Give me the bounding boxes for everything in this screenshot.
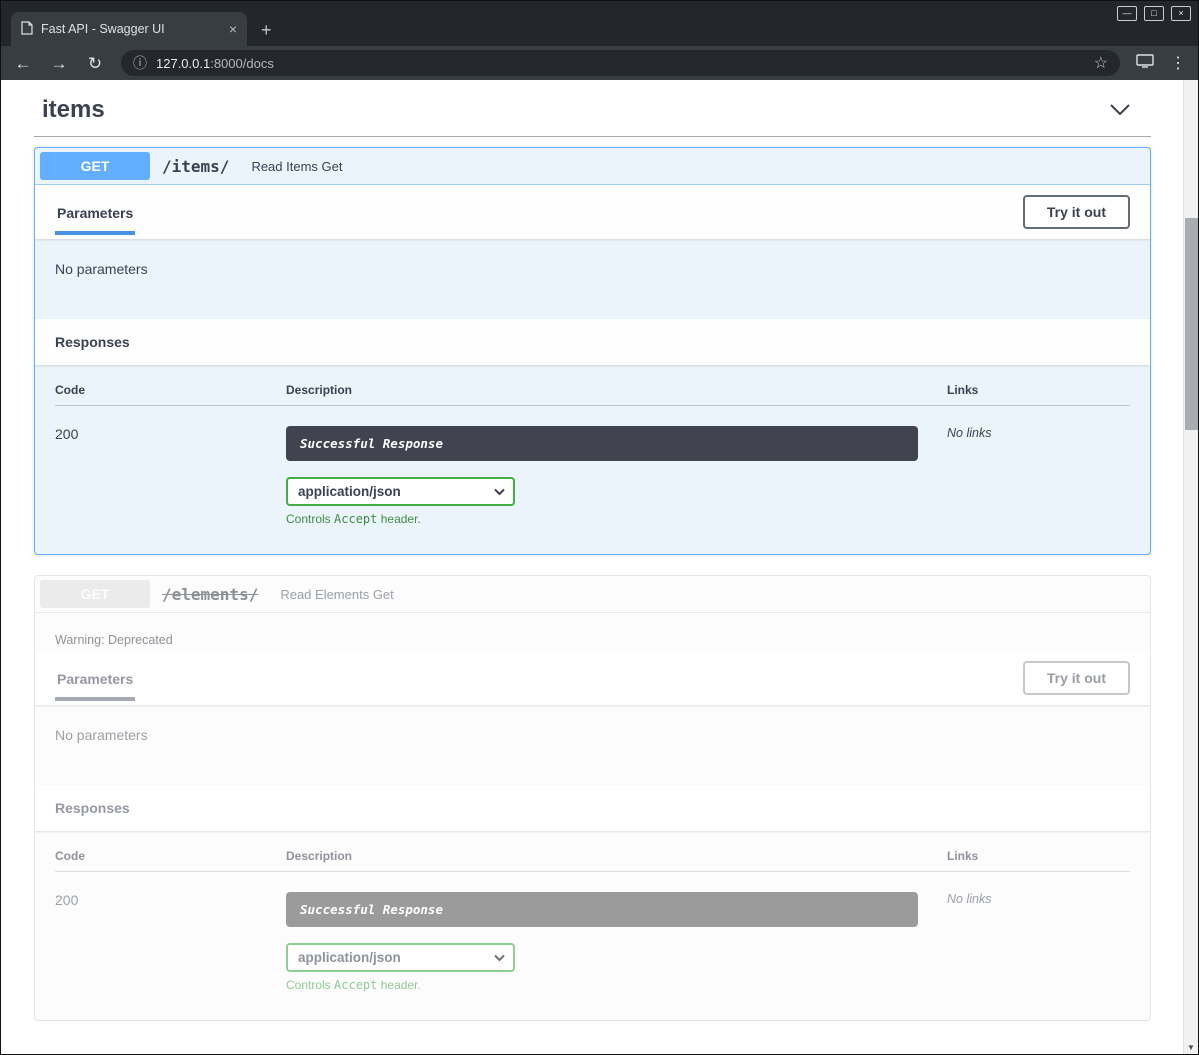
url-bar[interactable]: ⓘ 127.0.0.1:8000/docs ☆	[121, 50, 1120, 76]
responses-header: Responses	[35, 319, 1150, 365]
column-description: Description	[286, 383, 947, 406]
vertical-scrollbar[interactable]: ▼	[1183, 80, 1198, 1054]
response-description-cell: Successful Response application/json	[286, 872, 947, 992]
response-row: 200 Successful Response application/json	[55, 872, 1130, 992]
responses-table: Code Description Links 200 Successful Re…	[35, 365, 1150, 554]
reload-icon[interactable]: ↻	[85, 55, 105, 72]
browser-menu-icon[interactable]: ⋮	[1170, 53, 1186, 73]
opblock-get-items: GET /items/ Read Items Get Parameters Tr…	[34, 147, 1151, 555]
bookmark-star-icon[interactable]: ☆	[1094, 53, 1108, 73]
response-description: Successful Response	[286, 892, 918, 927]
url-path: :8000/docs	[210, 56, 274, 71]
content-type-select[interactable]: application/json	[286, 943, 515, 972]
close-button[interactable]: ×	[1171, 6, 1191, 21]
site-info-icon[interactable]: ⓘ	[133, 53, 147, 73]
tab-close-icon[interactable]: ×	[229, 22, 237, 36]
column-code: Code	[55, 849, 286, 872]
operation-path: /items/	[162, 157, 229, 176]
operation-summary[interactable]: GET /items/ Read Items Get	[35, 148, 1150, 185]
responses-title: Responses	[55, 800, 130, 816]
page-favicon-icon	[21, 21, 33, 38]
parameters-title: Parameters	[55, 656, 135, 701]
parameters-header: Parameters Try it out	[35, 651, 1150, 705]
cast-icon[interactable]	[1136, 54, 1154, 73]
responses-table: Code Description Links 200 Successful Re…	[35, 831, 1150, 1020]
maximize-button[interactable]: □	[1144, 6, 1164, 21]
response-code: 200	[55, 406, 286, 526]
scrollbar-down-arrow-icon[interactable]: ▼	[1184, 1043, 1198, 1053]
controls-accept-note: Controls Accept header.	[286, 978, 947, 992]
tag-section-title: items	[42, 96, 105, 124]
operation-summary[interactable]: GET /elements/ Read Elements Get	[35, 576, 1150, 613]
deprecated-warning: Warning: Deprecated	[35, 613, 1150, 651]
responses-title: Responses	[55, 334, 130, 350]
response-links: No links	[947, 872, 1130, 992]
responses-header: Responses	[35, 785, 1150, 831]
responses-table-head: Code Description Links	[55, 383, 1130, 406]
content-type-wrapper: application/json	[286, 477, 515, 506]
response-row: 200 Successful Response application/json	[55, 406, 1130, 526]
window-controls: — □ ×	[1117, 6, 1191, 21]
minimize-button[interactable]: —	[1117, 6, 1137, 21]
content-type-select[interactable]: application/json	[286, 477, 515, 506]
operation-summary-text: Read Items Get	[251, 159, 342, 174]
responses-table-head: Code Description Links	[55, 849, 1130, 872]
column-code: Code	[55, 383, 286, 406]
browser-window: Fast API - Swagger UI × + — □ × ← → ↻ ⓘ …	[0, 0, 1199, 1055]
method-badge: GET	[40, 580, 150, 608]
response-code: 200	[55, 872, 286, 992]
response-description-cell: Successful Response application/json	[286, 406, 947, 526]
response-description: Successful Response	[286, 426, 918, 461]
browser-tab[interactable]: Fast API - Swagger UI ×	[11, 12, 247, 46]
operation-path: /elements/	[162, 585, 258, 604]
url-host: 127.0.0.1	[156, 56, 210, 71]
parameters-header: Parameters Try it out	[35, 185, 1150, 239]
content-type-wrapper: application/json	[286, 943, 515, 972]
column-links: Links	[947, 383, 1130, 406]
no-parameters-text: No parameters	[35, 705, 1150, 785]
scrollbar-thumb[interactable]	[1185, 218, 1198, 430]
swagger-page: items GET /items/ Read Items Get Paramet…	[1, 80, 1183, 1054]
column-links: Links	[947, 849, 1130, 872]
no-parameters-text: No parameters	[35, 239, 1150, 319]
opblock-get-elements-deprecated: GET /elements/ Read Elements Get Warning…	[34, 575, 1151, 1021]
page-content: items GET /items/ Read Items Get Paramet…	[1, 80, 1198, 1054]
tab-title: Fast API - Swagger UI	[41, 22, 221, 36]
url-text: 127.0.0.1:8000/docs	[156, 56, 274, 71]
response-links: No links	[947, 406, 1130, 526]
parameters-title: Parameters	[55, 190, 135, 235]
new-tab-button[interactable]: +	[261, 21, 272, 39]
column-description: Description	[286, 849, 947, 872]
tab-strip: Fast API - Swagger UI × + — □ ×	[1, 1, 1198, 46]
method-badge: GET	[40, 152, 150, 180]
controls-accept-note: Controls Accept header.	[286, 512, 947, 526]
browser-toolbar: ← → ↻ ⓘ 127.0.0.1:8000/docs ☆ ⋮	[1, 46, 1198, 80]
tag-section-header[interactable]: items	[34, 92, 1151, 137]
operation-summary-text: Read Elements Get	[280, 587, 393, 602]
forward-icon[interactable]: →	[49, 55, 69, 72]
collapse-chevron-icon[interactable]	[1109, 103, 1131, 117]
back-icon[interactable]: ←	[13, 55, 33, 72]
toolbar-right: ⋮	[1136, 53, 1186, 73]
try-it-out-button[interactable]: Try it out	[1023, 661, 1130, 695]
try-it-out-button[interactable]: Try it out	[1023, 195, 1130, 229]
